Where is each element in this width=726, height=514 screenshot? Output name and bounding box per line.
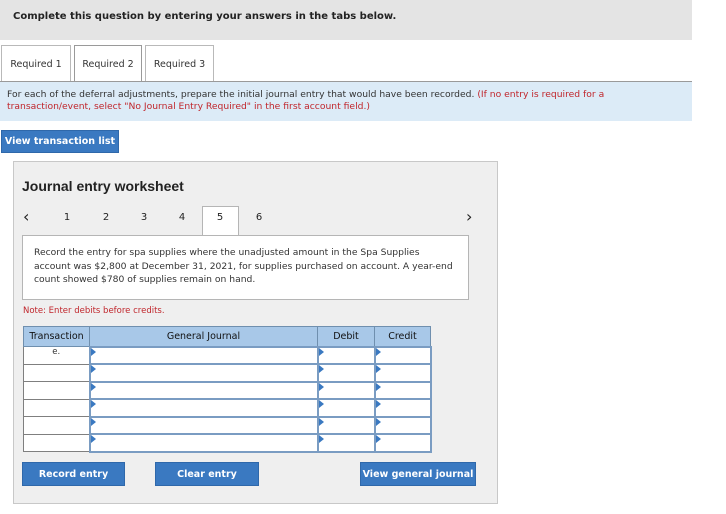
account-select[interactable] xyxy=(88,415,319,435)
field-marker-icon xyxy=(90,435,96,443)
table-row xyxy=(23,398,432,418)
field-marker-icon xyxy=(318,382,324,391)
tab-bar: Required 1 Required 2 Required 3 xyxy=(0,45,692,83)
table-row xyxy=(23,433,432,453)
field-marker-icon xyxy=(90,365,96,373)
entry-description: Record the entry for spa supplies where … xyxy=(22,235,469,300)
debit-input[interactable] xyxy=(316,433,376,453)
field-marker-icon xyxy=(318,400,324,408)
debit-input[interactable] xyxy=(316,363,376,383)
field-marker-icon xyxy=(375,382,381,391)
journal-entry-worksheet: Journal entry worksheet ‹ 1 2 3 4 5 6 › … xyxy=(13,161,498,504)
field-marker-icon xyxy=(375,365,381,373)
field-marker-icon xyxy=(318,365,324,373)
account-select[interactable] xyxy=(88,398,319,418)
field-marker-icon xyxy=(318,417,324,426)
header-debit: Debit xyxy=(317,326,375,347)
field-marker-icon xyxy=(375,417,381,426)
field-marker-icon xyxy=(375,347,381,356)
clear-entry-button[interactable]: Clear entry xyxy=(155,462,259,486)
account-select[interactable] xyxy=(88,380,319,400)
field-marker-icon xyxy=(375,400,381,408)
view-transaction-list-button[interactable]: View transaction list xyxy=(1,130,119,153)
credit-input[interactable] xyxy=(373,415,432,435)
debits-note: Note: Enter debits before credits. xyxy=(23,306,165,316)
transaction-cell: e. xyxy=(23,346,90,365)
transaction-cell xyxy=(23,398,90,417)
account-select[interactable] xyxy=(88,363,319,383)
account-select[interactable] xyxy=(88,433,319,453)
table-row: e. xyxy=(23,345,432,365)
header-title: Complete this question by entering your … xyxy=(13,11,397,22)
worksheet-pager: ‹ 1 2 3 4 5 6 › xyxy=(14,206,499,238)
field-marker-icon xyxy=(90,400,96,408)
record-entry-button[interactable]: Record entry xyxy=(22,462,125,486)
debit-input[interactable] xyxy=(316,398,376,418)
instruction-text: For each of the deferral adjustments, pr… xyxy=(7,89,475,100)
credit-input[interactable] xyxy=(373,398,432,418)
chevron-right-icon[interactable]: › xyxy=(466,207,472,226)
field-marker-icon xyxy=(318,435,324,443)
field-marker-icon xyxy=(90,382,96,391)
page-4[interactable]: 4 xyxy=(175,212,189,223)
field-marker-icon xyxy=(90,347,96,356)
page-5[interactable]: 5 xyxy=(213,212,227,223)
view-general-journal-button[interactable]: View general journal xyxy=(360,462,476,486)
transaction-cell xyxy=(23,433,90,452)
debit-input[interactable] xyxy=(316,380,376,400)
transaction-cell xyxy=(23,381,90,400)
worksheet-title: Journal entry worksheet xyxy=(22,178,184,194)
table-row xyxy=(23,380,432,400)
chevron-left-icon[interactable]: ‹ xyxy=(23,207,29,226)
transaction-cell xyxy=(23,363,90,382)
page-3[interactable]: 3 xyxy=(137,212,151,223)
field-marker-icon xyxy=(318,347,324,356)
account-select[interactable] xyxy=(88,345,319,365)
header-credit: Credit xyxy=(374,326,431,347)
table-row xyxy=(23,363,432,383)
tab-required-2[interactable]: Required 2 xyxy=(74,45,142,83)
page-2[interactable]: 2 xyxy=(99,212,113,223)
transaction-cell xyxy=(23,416,90,435)
journal-table: Transaction General Journal Debit Credit… xyxy=(23,326,432,453)
debit-input[interactable] xyxy=(316,415,376,435)
page-1[interactable]: 1 xyxy=(60,212,74,223)
page-6[interactable]: 6 xyxy=(252,212,266,223)
credit-input[interactable] xyxy=(373,363,432,383)
credit-input[interactable] xyxy=(373,345,432,365)
field-marker-icon xyxy=(90,417,96,426)
credit-input[interactable] xyxy=(373,433,432,453)
instruction-box: For each of the deferral adjustments, pr… xyxy=(0,82,692,121)
tab-required-1[interactable]: Required 1 xyxy=(1,45,71,82)
table-row xyxy=(23,415,432,435)
header-transaction: Transaction xyxy=(23,326,90,347)
header-general-journal: General Journal xyxy=(89,326,318,347)
field-marker-icon xyxy=(375,435,381,443)
tab-required-3[interactable]: Required 3 xyxy=(145,45,214,82)
credit-input[interactable] xyxy=(373,380,432,400)
debit-input[interactable] xyxy=(316,345,376,365)
header-bar: Complete this question by entering your … xyxy=(0,0,692,40)
